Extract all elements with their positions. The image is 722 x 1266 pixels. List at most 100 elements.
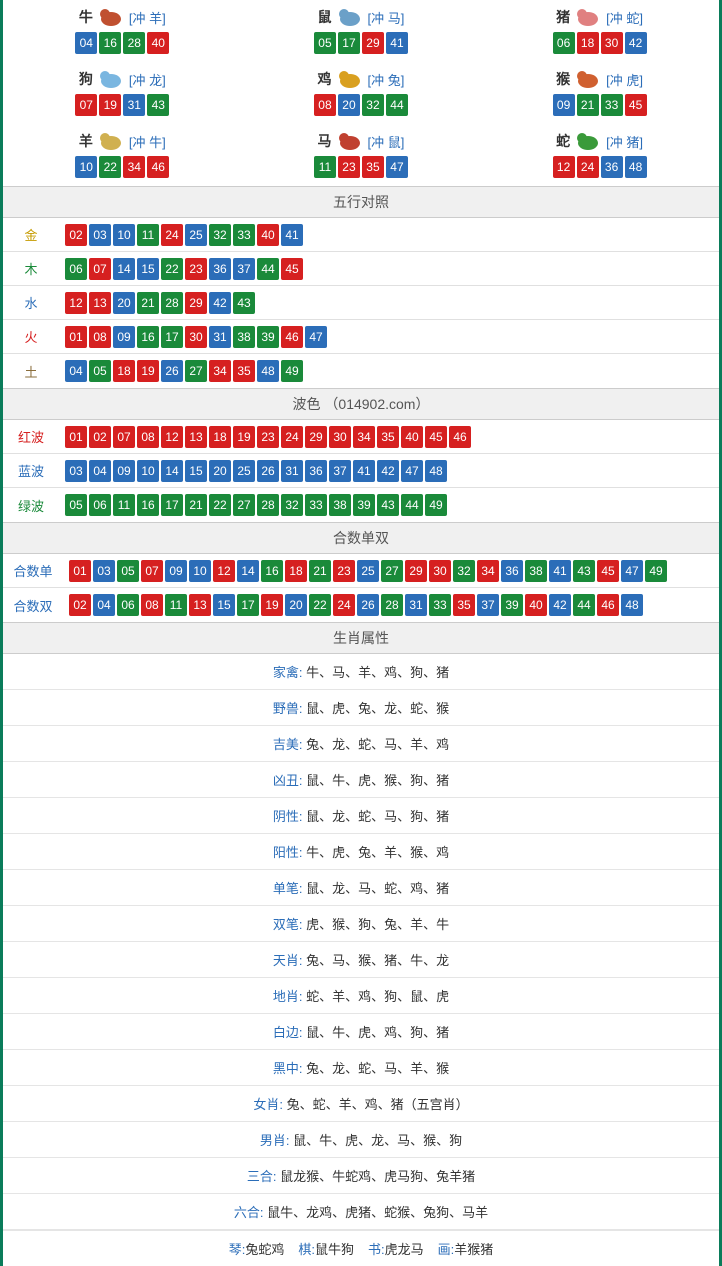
- number-ball: 46: [597, 594, 619, 616]
- number-ball: 29: [185, 292, 207, 314]
- heshu-table: 合数单0103050709101214161821232527293032343…: [3, 554, 719, 622]
- number-ball: 10: [189, 560, 211, 582]
- number-ball: 49: [281, 360, 303, 382]
- number-ball: 01: [65, 326, 87, 348]
- number-ball: 44: [401, 494, 423, 516]
- number-ball: 18: [113, 360, 135, 382]
- zodiac-name: 羊: [79, 131, 93, 151]
- number-ball: 18: [577, 32, 599, 54]
- number-ball: 25: [233, 460, 255, 482]
- number-ball: 30: [601, 32, 623, 54]
- number-ball: 08: [137, 426, 159, 448]
- prop-value: 鼠、牛、虎、龙、马、猴、狗: [293, 1133, 462, 1148]
- number-ball: 05: [314, 32, 336, 54]
- bose-row: 绿波05061116172122272832333839434449: [3, 488, 719, 522]
- number-ball: 41: [353, 460, 375, 482]
- number-ball: 09: [553, 94, 575, 116]
- number-ball: 11: [113, 494, 135, 516]
- zodiac-clash: [冲 龙]: [129, 70, 166, 89]
- row-label: 蓝波: [3, 456, 59, 485]
- number-ball: 12: [65, 292, 87, 314]
- row-content: 1213202128294243: [59, 287, 719, 319]
- number-ball: 02: [65, 224, 87, 246]
- number-ball: 34: [209, 360, 231, 382]
- wuxing-row: 火0108091617303138394647: [3, 320, 719, 354]
- number-ball: 24: [333, 594, 355, 616]
- zodiac-cell: 猪[冲 蛇]06183042: [480, 0, 719, 62]
- four-arts-item: 棋:鼠牛狗: [298, 1239, 354, 1258]
- zodiac-icon: [334, 130, 366, 152]
- number-ball: 14: [237, 560, 259, 582]
- zodiac-icon: [334, 6, 366, 28]
- number-ball: 35: [362, 156, 384, 178]
- number-ball: 24: [161, 224, 183, 246]
- prop-key: 黑中:: [273, 1061, 306, 1076]
- number-ball: 27: [381, 560, 403, 582]
- prop-key: 六合:: [234, 1205, 267, 1220]
- number-ball: 32: [209, 224, 231, 246]
- number-ball: 05: [65, 494, 87, 516]
- bose-row: 红波0102070812131819232429303435404546: [3, 420, 719, 454]
- number-ball: 40: [147, 32, 169, 54]
- number-ball: 32: [453, 560, 475, 582]
- number-ball: 34: [477, 560, 499, 582]
- number-ball: 31: [123, 94, 145, 116]
- number-ball: 06: [89, 494, 111, 516]
- prop-value: 兔、蛇、羊、鸡、猪（五宫肖）: [287, 1097, 469, 1112]
- four-value: 兔蛇鸡: [245, 1242, 284, 1257]
- zodiac-name: 马: [318, 131, 332, 151]
- number-ball: 14: [161, 460, 183, 482]
- number-ball: 33: [305, 494, 327, 516]
- number-ball: 45: [597, 560, 619, 582]
- number-ball: 20: [338, 94, 360, 116]
- number-ball: 35: [377, 426, 399, 448]
- zodiac-cell: 鼠[冲 马]05172941: [242, 0, 481, 62]
- four-arts-row: 琴:兔蛇鸡棋:鼠牛狗书:虎龙马画:羊猴猪: [3, 1230, 719, 1266]
- number-ball: 21: [185, 494, 207, 516]
- number-ball: 42: [209, 292, 231, 314]
- number-ball: 23: [185, 258, 207, 280]
- zodiac-icon: [572, 130, 604, 152]
- number-ball: 27: [233, 494, 255, 516]
- number-ball: 03: [65, 460, 87, 482]
- prop-value: 兔、龙、蛇、马、羊、猴: [306, 1061, 449, 1076]
- number-ball: 29: [362, 32, 384, 54]
- number-ball: 44: [257, 258, 279, 280]
- prop-key: 地肖:: [273, 989, 306, 1004]
- four-value: 虎龙马: [385, 1242, 424, 1257]
- zodiac-clash: [冲 虎]: [606, 70, 643, 89]
- row-content: 05061116172122272832333839434449: [59, 489, 719, 521]
- number-ball: 21: [137, 292, 159, 314]
- number-ball: 44: [573, 594, 595, 616]
- number-ball: 08: [314, 94, 336, 116]
- number-ball: 05: [89, 360, 111, 382]
- prop-value: 鼠、牛、虎、猴、狗、猪: [306, 773, 449, 788]
- number-ball: 31: [209, 326, 231, 348]
- number-ball: 25: [357, 560, 379, 582]
- zodiac-icon: [572, 68, 604, 90]
- heshu-row: 合数双0204060811131517192022242628313335373…: [3, 588, 719, 622]
- shuxing-row: 野兽: 鼠、虎、兔、龙、蛇、猴: [3, 690, 719, 726]
- number-ball: 20: [209, 460, 231, 482]
- prop-value: 虎、猴、狗、兔、羊、牛: [306, 917, 449, 932]
- number-ball: 06: [117, 594, 139, 616]
- zodiac-cell: 猴[冲 虎]09213345: [480, 62, 719, 124]
- number-ball: 07: [113, 426, 135, 448]
- zodiac-cell: 马[冲 鼠]11233547: [242, 124, 481, 186]
- prop-key: 双笔:: [273, 917, 306, 932]
- number-ball: 09: [165, 560, 187, 582]
- zodiac-grid: 牛[冲 羊]04162840鼠[冲 马]05172941猪[冲 蛇]061830…: [3, 0, 719, 186]
- number-ball: 11: [137, 224, 159, 246]
- prop-key: 阳性:: [273, 845, 306, 860]
- number-ball: 12: [161, 426, 183, 448]
- number-ball: 45: [425, 426, 447, 448]
- shuxing-row: 白边: 鼠、牛、虎、鸡、狗、猪: [3, 1014, 719, 1050]
- number-ball: 04: [65, 360, 87, 382]
- number-ball: 16: [137, 326, 159, 348]
- prop-key: 白边:: [273, 1025, 306, 1040]
- number-ball: 42: [549, 594, 571, 616]
- shuxing-row: 男肖: 鼠、牛、虎、龙、马、猴、狗: [3, 1122, 719, 1158]
- prop-key: 天肖:: [273, 953, 306, 968]
- number-ball: 20: [285, 594, 307, 616]
- prop-value: 牛、马、羊、鸡、狗、猪: [306, 665, 449, 680]
